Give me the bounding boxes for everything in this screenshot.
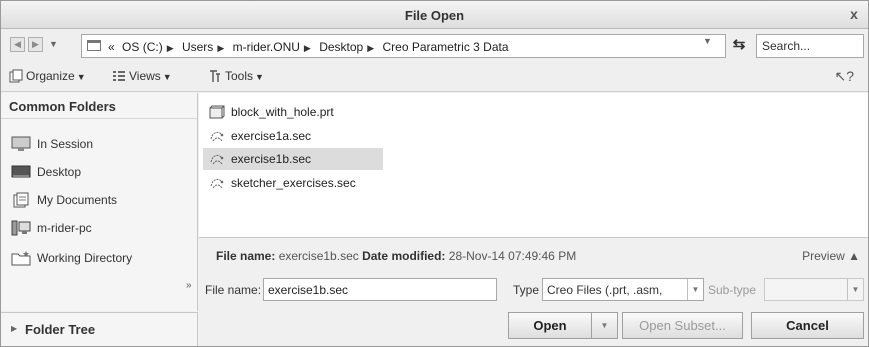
open-button[interactable]: Open [508,312,592,339]
search-input[interactable]: Search... [756,34,864,58]
file-name: block_with_hole.prt [231,105,334,119]
info-file-name-value: exercise1b.sec [278,249,359,263]
folder-star-icon [11,251,31,266]
sidebar-item-label: m-rider-pc [37,221,92,235]
chevron-down-icon: ▼ [255,72,264,82]
organize-menu[interactable]: Organize ▼ [9,69,86,85]
address-row: ◀ ▶ ▼ « OS (C:) ▶ Users ▶ m-rider.ONU ▶ Des… [1,30,868,62]
sketch-icon [210,178,224,189]
history-dropdown-icon[interactable]: ▼ [49,39,58,49]
documents-icon [13,192,29,208]
cancel-button[interactable]: Cancel [751,312,864,339]
breadcrumb-item[interactable]: Creo Parametric 3 Data [382,40,508,54]
breadcrumb: « OS (C:) ▶ Users ▶ m-rider.ONU ▶ Desktop ▶ … [108,40,513,54]
folder-tree-label: Folder Tree [25,322,96,337]
common-folders-panel: Common Folders In Session Desktop My Doc… [1,93,198,311]
forward-arrow-icon[interactable]: ▶ [28,37,43,52]
chevron-down-icon[interactable]: ▼ [847,279,863,300]
views-icon [113,71,125,81]
tools-icon [210,70,220,82]
more-chevron-icon[interactable]: » [186,280,192,291]
open-subset-button[interactable]: Open Subset... [622,312,743,339]
info-date-label: Date modified: [362,249,446,263]
back-arrow-icon[interactable]: ◀ [10,37,25,52]
list-item[interactable]: exercise1a.sec [203,125,383,147]
chevron-right-icon[interactable]: ▶ [367,43,374,53]
chevron-down-icon: ▼ [76,72,86,82]
breadcrumb-item[interactable]: m-rider.ONU [233,40,300,54]
file-name: exercise1b.sec [231,152,312,166]
sketch-icon [210,131,224,142]
file-list[interactable]: block_with_hole.prt exercise1a.sec exerc… [199,93,868,238]
address-bar[interactable]: « OS (C:) ▶ Users ▶ m-rider.ONU ▶ Desktop ▶ … [81,34,726,58]
title-bar: File Open x [1,1,868,29]
info-date-value: 28-Nov-14 07:49:46 PM [448,249,577,263]
toolbar: Organize ▼ Views ▼ Tools ▼ ↖? [1,62,868,92]
monitor-icon [11,136,31,151]
type-select-value: Creo Files (.prt, .asm, [547,283,663,297]
tools-label: Tools [225,69,254,83]
type-label: Type [513,283,540,297]
type-select[interactable]: Creo Files (.prt, .asm, ▼ [542,278,704,301]
tools-menu[interactable]: Tools ▼ [208,69,264,85]
address-dropdown-icon[interactable]: ▼ [703,36,712,46]
subtype-label: Sub-type [708,283,757,297]
refresh-icon[interactable]: ⇆ [729,36,749,54]
organize-label: Organize [26,69,75,83]
help-pointer-icon[interactable]: ↖? [834,68,854,85]
chevron-down-icon[interactable]: ▼ [687,279,703,300]
close-icon[interactable]: x [846,6,862,22]
computer-icon [11,220,31,236]
file-name-label: File name: [205,283,262,297]
sketch-icon [210,154,224,165]
file-name: exercise1a.sec [231,129,312,143]
list-item[interactable]: block_with_hole.prt [203,101,383,123]
sidebar-item-label: Working Directory [37,251,133,265]
list-item[interactable]: exercise1b.sec [203,148,383,170]
file-name-row: File name: Type Creo Files (.prt, .asm, … [199,275,868,305]
file-info: File name: exercise1b.sec Date modified:… [216,249,576,263]
chevron-right-icon[interactable]: ▶ [167,43,174,53]
breadcrumb-overflow[interactable]: « [108,40,115,54]
chevron-right-icon: ▶ [11,324,18,333]
file-name: sketcher_exercises.sec [231,176,356,190]
list-item[interactable]: sketcher_exercises.sec [203,172,383,194]
file-open-dialog: File Open x ◀ ▶ ▼ « OS (C:) ▶ Users ▶ m-ri… [0,0,869,347]
chevron-right-icon[interactable]: ▶ [304,43,311,53]
sidebar-item-label: Desktop [37,165,82,179]
breadcrumb-item[interactable]: Desktop [319,40,363,54]
dialog-title: File Open [404,8,465,23]
common-folders-heading: Common Folders [1,93,197,119]
breadcrumb-item[interactable]: Users [182,40,213,54]
file-info-bar: File name: exercise1b.sec Date modified:… [199,241,868,271]
organize-icon [9,69,23,83]
views-menu[interactable]: Views ▼ [112,69,172,85]
views-label: Views [129,69,161,83]
breadcrumb-item[interactable]: OS (C:) [122,40,163,54]
info-file-name-label: File name: [216,249,276,263]
sidebar-item-label: My Documents [37,193,118,207]
subtype-select[interactable]: ▼ [764,278,864,301]
folder-tree-toggle[interactable]: ▶ Folder Tree [1,312,198,346]
chevron-down-icon: ▼ [162,72,172,82]
open-options-dropdown-icon[interactable]: ▼ [592,312,618,339]
file-name-field[interactable] [263,278,497,301]
part-icon [209,105,225,119]
desktop-icon [11,165,31,178]
preview-toggle[interactable]: Preview ▲ [802,249,860,263]
chevron-right-icon[interactable]: ▶ [217,43,224,53]
sidebar-item-label: In Session [37,137,94,151]
folder-icon [87,40,101,51]
